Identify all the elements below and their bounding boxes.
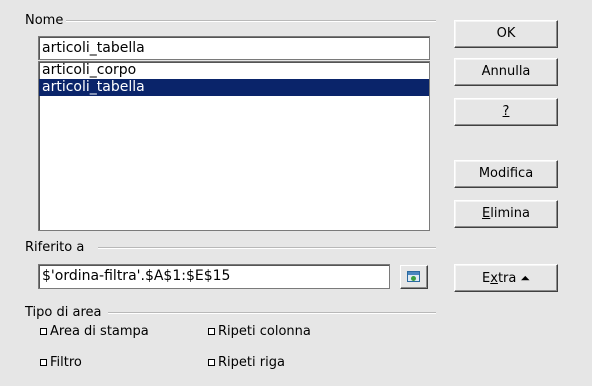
repeat-row-checkbox[interactable]: Ripeti riga: [208, 355, 285, 370]
name-section-label: Nome: [25, 13, 64, 28]
filter-checkbox[interactable]: Filtro: [40, 355, 82, 370]
range-select-icon: [407, 271, 420, 282]
checkbox-box[interactable]: [40, 359, 47, 366]
extra-label-rest: tra: [497, 271, 517, 286]
range-input[interactable]: $'ordina-filtra'.$A$1:$E$15: [38, 264, 390, 289]
list-item[interactable]: articoli_corpo: [39, 62, 429, 79]
name-section-divider: [66, 20, 436, 22]
list-item-selected[interactable]: articoli_tabella: [39, 79, 429, 96]
ref-section-divider: [98, 247, 436, 249]
name-input[interactable]: articoli_tabella: [38, 36, 430, 60]
filter-label: Filtro: [50, 355, 82, 370]
checkbox-box[interactable]: [40, 328, 47, 335]
ref-section-label: Riferito a: [25, 240, 85, 255]
modify-button[interactable]: Modifica: [454, 160, 558, 188]
names-list[interactable]: articoli_corpo articoli_tabella: [38, 61, 430, 231]
ok-button[interactable]: OK: [454, 20, 558, 48]
repeat-column-label: Ripeti colonna: [218, 324, 311, 339]
repeat-row-label: Ripeti riga: [218, 355, 285, 370]
delete-label-rest: limina: [490, 206, 530, 221]
double-chevron-up-icon: ⏶: [520, 271, 530, 285]
extra-label-prefix: E: [482, 271, 491, 286]
extra-label-mnemonic: x: [490, 271, 498, 286]
delete-button[interactable]: Elimina: [454, 200, 558, 228]
area-section-divider: [108, 312, 436, 314]
extra-button[interactable]: Extra ⏶: [454, 264, 558, 292]
print-area-checkbox[interactable]: Area di stampa: [40, 324, 149, 339]
checkbox-box[interactable]: [208, 359, 215, 366]
range-select-button[interactable]: [400, 265, 428, 289]
help-button[interactable]: ?: [454, 98, 558, 126]
print-area-label: Area di stampa: [50, 324, 149, 339]
repeat-column-checkbox[interactable]: Ripeti colonna: [208, 324, 311, 339]
help-label: ?: [502, 104, 510, 119]
checkbox-box[interactable]: [208, 328, 215, 335]
area-section-label: Tipo di area: [25, 305, 102, 320]
cancel-button[interactable]: Annulla: [454, 58, 558, 86]
